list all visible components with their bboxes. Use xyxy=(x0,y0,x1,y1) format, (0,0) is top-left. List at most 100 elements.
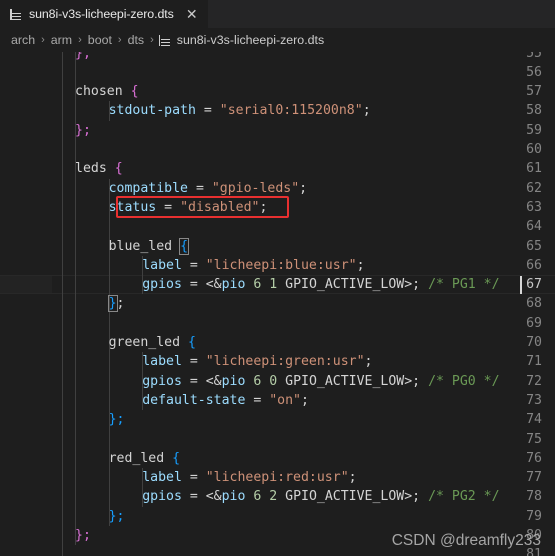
code-token: default-state xyxy=(142,392,246,408)
code-token: = xyxy=(245,392,270,408)
code-token: }; xyxy=(75,52,91,61)
breadcrumb-item-boot[interactable]: boot xyxy=(87,33,113,47)
code-token: /* PG0 */ xyxy=(420,373,500,389)
watermark-text: CSDN @dreamfly233 xyxy=(391,532,541,549)
code-token: { xyxy=(188,335,196,350)
code-token: pio xyxy=(221,277,246,293)
code-token: ; xyxy=(259,199,268,215)
code-token: 6 0 xyxy=(253,373,278,389)
chevron-right-icon: › xyxy=(41,34,45,46)
code-token: blue_led xyxy=(108,238,181,254)
code-token: GPIO_ACTIVE_LOW>; xyxy=(277,277,421,293)
code-token: GPIO_ACTIVE_LOW>; xyxy=(277,489,421,505)
code-line[interactable]: leds { xyxy=(75,159,123,178)
code-token: ; xyxy=(348,470,357,486)
breadcrumb-item-arch[interactable]: arch xyxy=(10,33,36,47)
code-token: "licheepi:blue:usr" xyxy=(205,257,357,273)
code-token: = xyxy=(156,199,181,215)
code-token: label xyxy=(142,257,182,273)
code-line[interactable]: }; xyxy=(109,410,125,429)
code-line[interactable]: chosen { xyxy=(75,82,139,101)
code-line[interactable]: label = "licheepi:green:usr"; xyxy=(142,352,372,371)
breadcrumb-item-arm[interactable]: arm xyxy=(50,33,73,47)
code-token: pio xyxy=(221,373,246,389)
code-token: ; xyxy=(116,296,125,312)
vscode-window: sun8i-v3s-licheepi-zero.dts ✕ arch › arm… xyxy=(0,0,555,556)
code-token: leds xyxy=(75,161,115,177)
code-token: label xyxy=(142,354,182,370)
editor-tab-bar: sun8i-v3s-licheepi-zero.dts ✕ xyxy=(0,0,555,28)
code-token: 6 2 xyxy=(253,489,278,505)
code-token: = xyxy=(195,103,220,119)
code-line[interactable]: gpios = <&pio 6 1 GPIO_ACTIVE_LOW>; /* P… xyxy=(142,275,499,294)
dts-file-icon xyxy=(158,34,172,47)
code-token: "serial0:115200n8" xyxy=(219,103,363,119)
code-line[interactable]: label = "licheepi:red:usr"; xyxy=(142,468,356,487)
code-token: pio xyxy=(221,489,246,505)
editor-tab-active[interactable]: sun8i-v3s-licheepi-zero.dts ✕ xyxy=(0,0,209,28)
bracket-match: } xyxy=(107,295,118,313)
code-token: = xyxy=(188,180,212,196)
code-line[interactable]: red_led { xyxy=(109,449,180,468)
code-token: }; xyxy=(75,528,91,543)
code-token: = <& xyxy=(181,277,222,293)
code-token: GPIO_ACTIVE_LOW>; xyxy=(277,373,421,389)
code-line[interactable]: }; xyxy=(107,294,125,313)
code-token: "licheepi:red:usr" xyxy=(205,470,349,486)
code-line[interactable]: gpios = <&pio 6 2 GPIO_ACTIVE_LOW>; /* P… xyxy=(142,487,499,506)
code-line[interactable]: blue_led { xyxy=(108,237,190,256)
code-token: /* PG1 */ xyxy=(420,277,500,293)
code-token: }; xyxy=(108,412,125,428)
code-token: gpios xyxy=(142,277,182,293)
code-token: }; xyxy=(108,508,125,524)
code-token: gpios xyxy=(142,373,182,389)
code-token: chosen xyxy=(75,84,131,100)
code-token: { xyxy=(172,450,181,466)
bracket-match: { xyxy=(179,237,190,255)
code-line[interactable]: compatible = "gpio-leds"; xyxy=(109,179,308,198)
code-token: = xyxy=(181,354,206,370)
code-editor[interactable]: 55 56 57 58 59 60 61 62 63 64 65 66 67 68 69 70 71 72 73 74… xyxy=(0,52,555,556)
code-token: = <& xyxy=(181,373,222,389)
code-token: ; xyxy=(299,180,308,196)
code-line[interactable]: }; xyxy=(75,121,91,140)
code-token: ; xyxy=(301,392,309,408)
breadcrumb-item-dts[interactable]: dts xyxy=(127,33,146,47)
breadcrumb-item-file[interactable]: sun8i-v3s-licheepi-zero.dts xyxy=(158,33,325,47)
code-token: { xyxy=(130,84,139,100)
breadcrumb-file-label: sun8i-v3s-licheepi-zero.dts xyxy=(176,33,325,47)
code-token: "on" xyxy=(269,392,301,408)
code-line[interactable]: green_led { xyxy=(109,333,196,352)
close-icon[interactable]: ✕ xyxy=(184,7,200,21)
code-token: "gpio-leds" xyxy=(211,180,300,196)
code-token: red_led xyxy=(108,450,173,466)
code-token: ; xyxy=(356,257,365,273)
code-line[interactable]: }; xyxy=(75,526,91,545)
code-token: status xyxy=(108,199,157,215)
code-line[interactable]: stdout-path = "serial0:115200n8"; xyxy=(109,101,371,120)
code-token: "licheepi:green:usr" xyxy=(205,354,365,370)
code-line[interactable]: status = "disabled"; xyxy=(109,198,268,217)
code-token: }; xyxy=(75,122,91,138)
code-token: = xyxy=(181,257,206,273)
chevron-right-icon: › xyxy=(78,34,82,46)
code-token: "disabled" xyxy=(180,199,260,215)
dts-file-icon xyxy=(10,8,23,21)
code-token: ; xyxy=(364,354,373,370)
code-line[interactable]: default-state = "on"; xyxy=(142,391,309,410)
code-token: = xyxy=(181,470,206,486)
code-line[interactable]: gpios = <&pio 6 0 GPIO_ACTIVE_LOW>; /* P… xyxy=(142,372,499,391)
chevron-right-icon: › xyxy=(117,34,122,46)
code-line[interactable]: }; xyxy=(75,52,91,63)
code-token: /* PG2 */ xyxy=(420,489,500,505)
code-token: { xyxy=(114,161,123,177)
chevron-right-icon: › xyxy=(150,34,154,46)
code-line[interactable]: label = "licheepi:blue:usr"; xyxy=(142,256,364,275)
code-token: ; xyxy=(362,103,371,119)
caret xyxy=(520,276,523,295)
code-token: 6 1 xyxy=(253,277,278,293)
code-content[interactable]: }; chosen {stdout-path = "serial0:115200n… xyxy=(0,52,555,556)
code-line[interactable]: }; xyxy=(109,507,125,526)
code-token: label xyxy=(142,470,182,486)
code-token: gpios xyxy=(142,489,182,505)
